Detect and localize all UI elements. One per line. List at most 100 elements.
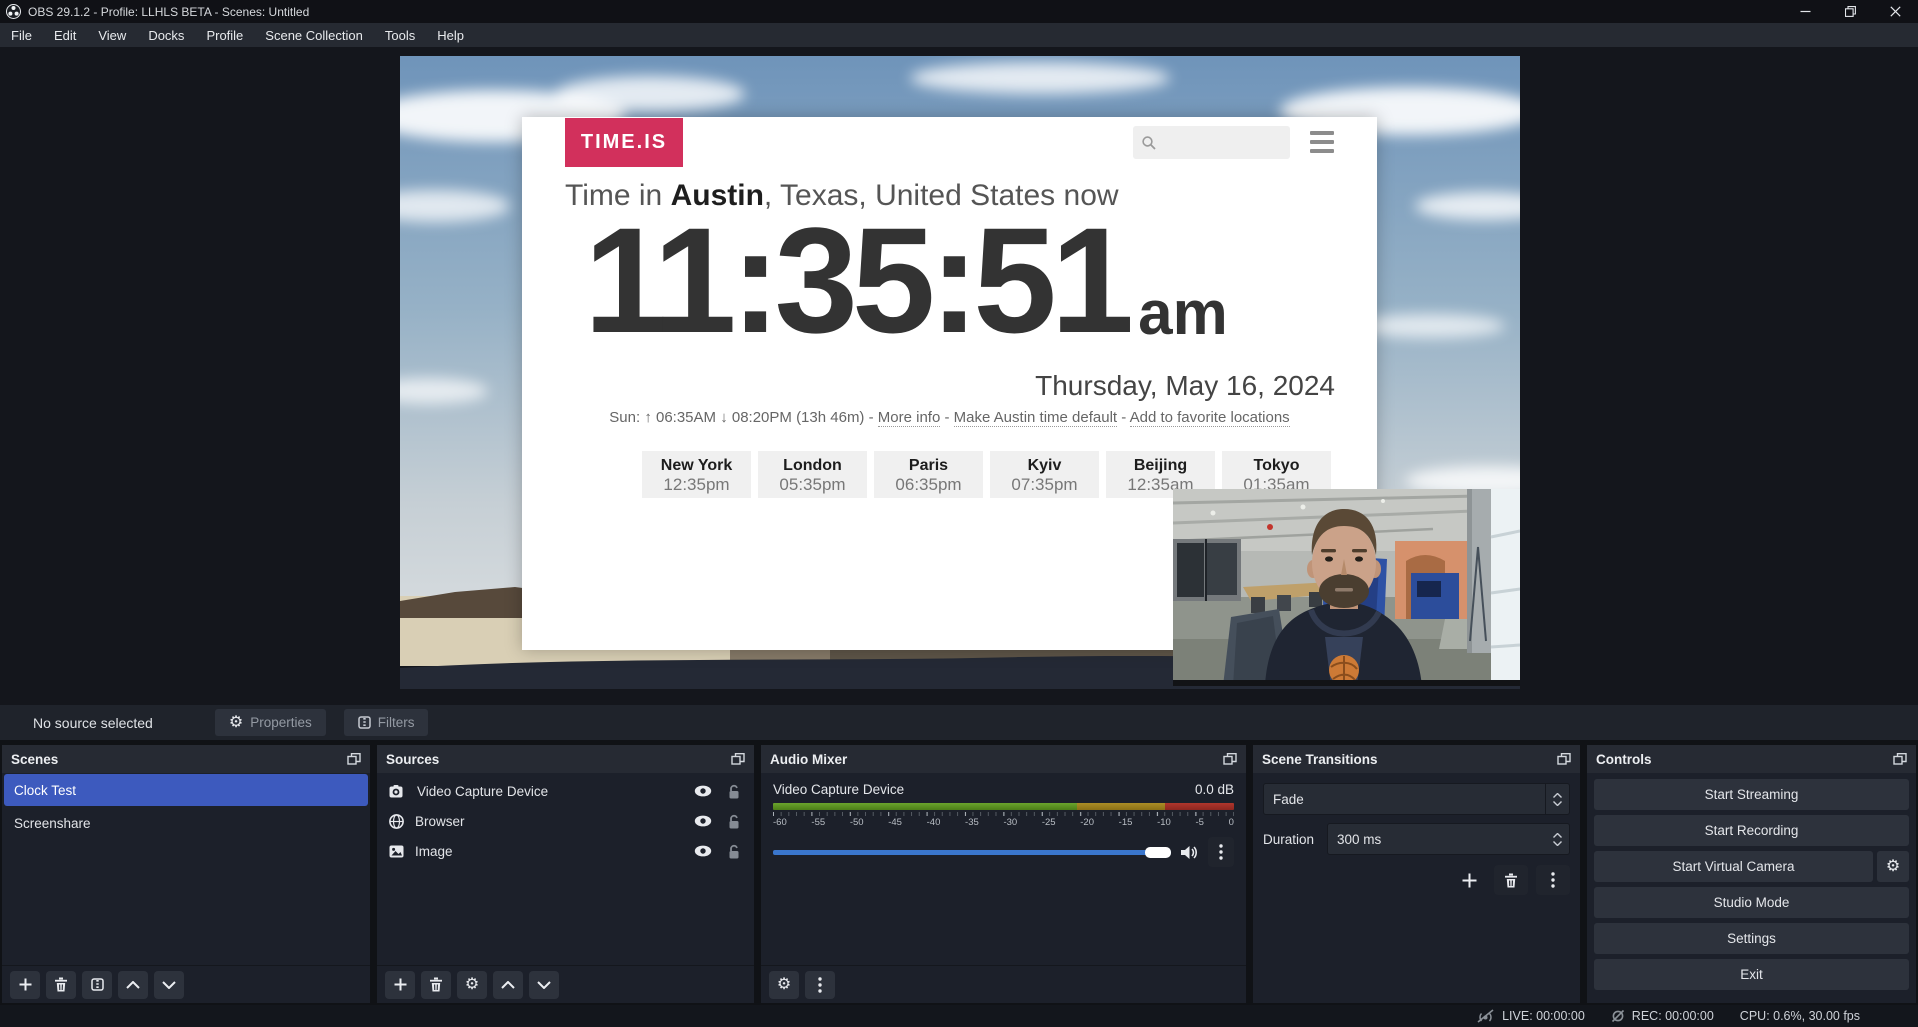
city-name: London	[758, 457, 867, 475]
move-scene-up-button[interactable]	[118, 971, 148, 999]
globe-icon	[389, 814, 404, 829]
scenes-header[interactable]: Scenes	[2, 745, 370, 773]
transition-select[interactable]: Fade	[1263, 783, 1570, 815]
remove-scene-button[interactable]	[46, 971, 76, 999]
menu-scene-collection[interactable]: Scene Collection	[254, 23, 374, 47]
visibility-eye-icon[interactable]	[694, 815, 712, 827]
gear-icon: ⚙	[229, 715, 243, 731]
restore-button[interactable]	[1828, 0, 1873, 23]
sources-list: Video Capture Device Browser Image	[377, 773, 754, 965]
controls-body: Start Streaming Start Recording Start Vi…	[1587, 773, 1916, 1003]
tick-label: -30	[1003, 817, 1017, 828]
city-name: Kyiv	[990, 457, 1099, 475]
start-virtual-camera-button[interactable]: Start Virtual Camera	[1594, 851, 1873, 882]
transition-selected-value: Fade	[1264, 792, 1545, 807]
city-name: Tokyo	[1222, 457, 1331, 475]
popout-icon[interactable]	[1223, 753, 1237, 765]
popout-icon[interactable]	[1557, 753, 1571, 765]
advanced-audio-properties-button[interactable]: ⚙	[769, 971, 799, 999]
remove-source-button[interactable]	[421, 971, 451, 999]
gear-icon: ⚙	[1886, 859, 1900, 875]
clock-display: 11:35:51 am	[584, 205, 1228, 355]
spinner-chevrons[interactable]	[1545, 824, 1569, 854]
webcam-video-source	[1173, 489, 1520, 686]
chevron-up-icon	[1553, 833, 1562, 838]
mixer-menu-button[interactable]	[805, 971, 835, 999]
tick-label: 0	[1229, 817, 1234, 828]
mixer-channel-name: Video Capture Device	[773, 782, 904, 797]
preview-canvas[interactable]: TIME.IS Time in Austin, Texas, United St…	[400, 56, 1520, 689]
menu-docks[interactable]: Docks	[137, 23, 195, 47]
status-bar: LIVE: 00:00:00 REC: 00:00:00 CPU: 0.6%, …	[0, 1005, 1918, 1027]
scene-item-clock-test[interactable]: Clock Test	[4, 774, 368, 806]
volume-slider[interactable]	[773, 850, 1171, 855]
exit-button[interactable]: Exit	[1594, 959, 1909, 990]
city-card-kyiv: Kyiv07:35pm	[990, 451, 1099, 498]
menu-edit[interactable]: Edit	[43, 23, 87, 47]
unlock-icon[interactable]	[728, 784, 740, 799]
menu-file[interactable]: File	[0, 23, 43, 47]
minimize-button[interactable]	[1783, 0, 1828, 23]
popout-icon[interactable]	[347, 753, 361, 765]
source-row-image[interactable]: Image	[377, 836, 754, 866]
remove-transition-button[interactable]	[1494, 865, 1528, 895]
controls-header[interactable]: Controls	[1587, 745, 1916, 773]
title-bar: OBS 29.1.2 - Profile: LLHLS BETA - Scene…	[0, 0, 1918, 23]
city-name: Paris	[874, 457, 983, 475]
menu-profile[interactable]: Profile	[195, 23, 254, 47]
menu-tools[interactable]: Tools	[374, 23, 426, 47]
popout-icon[interactable]	[1893, 753, 1907, 765]
city-time: 07:35pm	[990, 475, 1099, 495]
visibility-eye-icon[interactable]	[694, 785, 712, 797]
gear-icon: ⚙	[465, 977, 479, 993]
start-streaming-button[interactable]: Start Streaming	[1594, 779, 1909, 810]
move-source-up-button[interactable]	[493, 971, 523, 999]
unlock-icon[interactable]	[728, 844, 740, 859]
add-source-button[interactable]	[385, 971, 415, 999]
move-scene-down-button[interactable]	[154, 971, 184, 999]
obs-window: OBS 29.1.2 - Profile: LLHLS BETA - Scene…	[0, 0, 1918, 1027]
source-properties-button[interactable]: ⚙	[457, 971, 487, 999]
duration-spinner[interactable]: 300 ms	[1327, 823, 1570, 855]
transition-properties-button[interactable]	[1536, 865, 1570, 895]
tick-label: -50	[850, 817, 864, 828]
scene-filters-button[interactable]	[82, 971, 112, 999]
separator: -	[940, 409, 953, 426]
properties-button[interactable]: ⚙ Properties	[215, 709, 326, 736]
duration-label: Duration	[1263, 832, 1327, 847]
transitions-header[interactable]: Scene Transitions	[1253, 745, 1580, 773]
timeis-search-input	[1133, 126, 1290, 159]
sources-header[interactable]: Sources	[377, 745, 754, 773]
volume-slider-handle[interactable]	[1145, 847, 1171, 858]
live-time: LIVE: 00:00:00	[1502, 1009, 1585, 1023]
date-text: Thursday, May 16, 2024	[1035, 370, 1335, 402]
sources-toolbar: ⚙	[377, 965, 754, 1003]
add-favorite-link: Add to favorite locations	[1130, 409, 1290, 427]
filters-button[interactable]: Filters	[344, 709, 429, 736]
move-source-down-button[interactable]	[529, 971, 559, 999]
virtual-camera-settings-button[interactable]: ⚙	[1877, 851, 1909, 882]
speaker-icon[interactable]	[1180, 845, 1199, 860]
tick-label: -45	[888, 817, 902, 828]
audio-mixer-header[interactable]: Audio Mixer	[761, 745, 1246, 773]
scene-item-screenshare[interactable]: Screenshare	[4, 807, 368, 839]
close-button[interactable]	[1873, 0, 1918, 23]
start-recording-button[interactable]: Start Recording	[1594, 815, 1909, 846]
properties-label: Properties	[250, 715, 312, 730]
menu-help[interactable]: Help	[426, 23, 475, 47]
city-time: 06:35pm	[874, 475, 983, 495]
source-row-browser[interactable]: Browser	[377, 806, 754, 836]
gear-sliders-icon: ⚙	[777, 977, 791, 993]
add-scene-button[interactable]	[10, 971, 40, 999]
visibility-eye-icon[interactable]	[694, 845, 712, 857]
add-transition-button[interactable]	[1452, 865, 1486, 895]
popout-icon[interactable]	[731, 753, 745, 765]
mixer-channel-menu-button[interactable]	[1208, 837, 1234, 867]
menu-view[interactable]: View	[87, 23, 137, 47]
filter-icon	[358, 716, 371, 729]
unlock-icon[interactable]	[728, 814, 740, 829]
meter-tick-marks	[773, 812, 1234, 816]
studio-mode-button[interactable]: Studio Mode	[1594, 887, 1909, 918]
settings-button[interactable]: Settings	[1594, 923, 1909, 954]
source-row-video-capture[interactable]: Video Capture Device	[377, 776, 754, 806]
